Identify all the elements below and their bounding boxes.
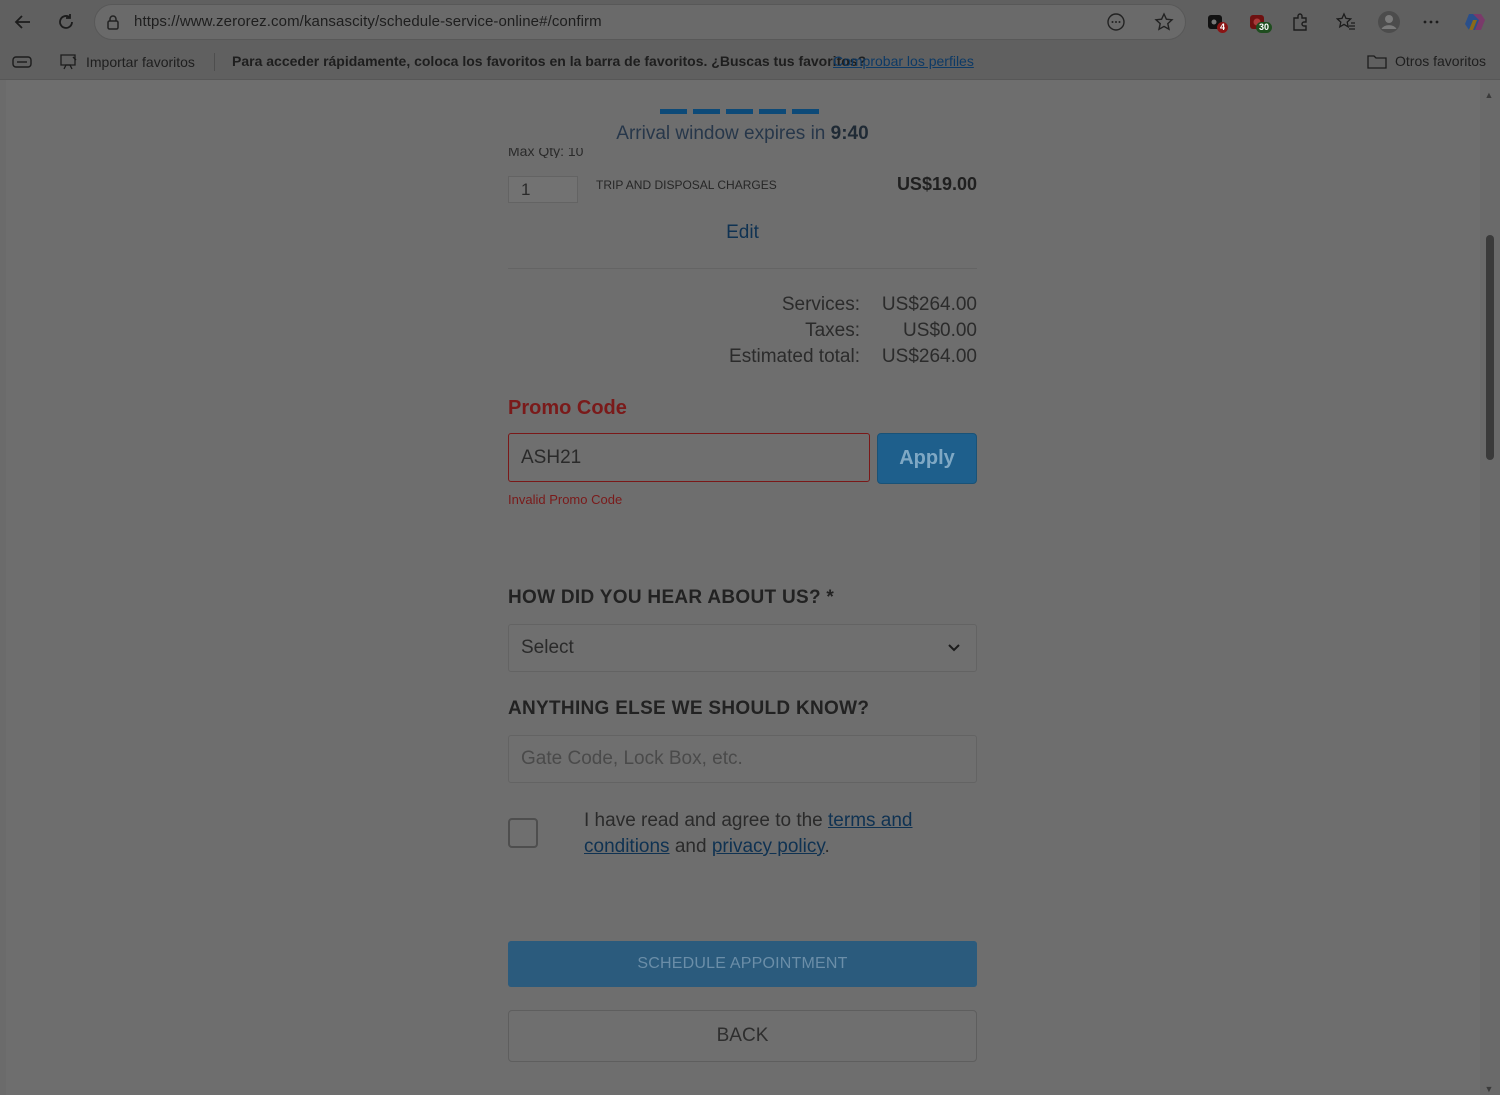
extension-badge: 30	[1256, 22, 1273, 33]
favorites-star-icon[interactable]	[1333, 9, 1359, 35]
notes-label: ANYTHING ELSE WE SHOULD KNOW?	[508, 698, 870, 719]
item-price: US$19.00	[896, 174, 977, 194]
edit-link[interactable]: Edit	[508, 222, 977, 244]
agreement-suffix: .	[824, 836, 830, 857]
taxes-value: US$0.00	[903, 320, 977, 341]
extensions-puzzle-icon[interactable]	[1287, 9, 1313, 35]
import-favorites-icon	[60, 54, 77, 70]
promo-code-input[interactable]: ASH21	[508, 433, 870, 482]
favorites-divider	[214, 53, 215, 71]
url-text[interactable]: https://www.zerorez.com/kansascity/sched…	[134, 13, 602, 30]
profile-avatar-icon[interactable]	[1376, 9, 1402, 35]
quantity-input[interactable]: 1	[508, 176, 578, 203]
copilot-icon[interactable]	[1462, 9, 1488, 35]
apply-button[interactable]: Apply	[877, 433, 977, 484]
more-menu-icon[interactable]	[1418, 9, 1444, 35]
max-qty-partial: Max Qty: 10	[508, 148, 584, 158]
taxes-label: Taxes:	[805, 320, 860, 341]
import-favorites[interactable]: Importar favoritos	[58, 53, 195, 71]
reload-icon[interactable]	[52, 8, 80, 36]
arrival-timer: Arrival window expires in 9:40	[508, 123, 977, 145]
total-label: Estimated total:	[729, 346, 860, 367]
progress-step	[726, 109, 753, 114]
progress-step	[759, 109, 786, 114]
folder-icon	[1367, 55, 1387, 69]
promo-error: Invalid Promo Code	[508, 492, 623, 507]
other-favorites-label: Otros favoritos	[1395, 53, 1487, 69]
reader-options-icon[interactable]	[1104, 10, 1128, 34]
other-favorites[interactable]: Otros favoritos	[1367, 53, 1486, 69]
taxes-row: Taxes: US$0.00	[508, 320, 977, 344]
progress-step	[792, 109, 819, 114]
agreement-middle: and	[674, 836, 707, 857]
hear-about-label: HOW DID YOU HEAR ABOUT US? *	[508, 587, 835, 608]
item-name: TRIP AND DISPOSAL CHARGES	[596, 178, 777, 192]
extension-icon[interactable]: 4	[1203, 9, 1229, 35]
timer-value: 9:40	[830, 123, 869, 144]
favorites-message: Para acceder rápidamente, coloca los fav…	[232, 53, 867, 69]
agree-checkbox[interactable]	[508, 818, 538, 848]
favorites-bar: Importar favoritos Para acceder rápidame…	[0, 44, 1500, 80]
chevron-down-icon	[948, 625, 960, 671]
services-row: Services: US$264.00	[508, 294, 977, 318]
services-value: US$264.00	[881, 294, 977, 315]
scrollbar[interactable]	[1480, 80, 1500, 1095]
agreement-text: I have read and agree to the terms and c…	[584, 808, 977, 860]
check-profiles-link[interactable]: Comprobar los perfiles	[833, 53, 974, 69]
select-value: Select	[521, 637, 574, 658]
back-arrow-icon[interactable]	[9, 8, 37, 36]
hear-about-select[interactable]: Select	[508, 624, 977, 672]
agreement-prefix: I have read and agree to the	[584, 810, 823, 831]
extension-red-icon[interactable]: 30	[1245, 9, 1273, 35]
progress-step	[660, 109, 687, 114]
step-progress	[660, 109, 819, 114]
back-button[interactable]: BACK	[508, 1010, 977, 1062]
schedule-appointment-button[interactable]: SCHEDULE APPOINTMENT	[508, 941, 977, 987]
import-favorites-label: Importar favoritos	[86, 54, 195, 70]
timer-prefix: Arrival window expires in	[616, 123, 826, 144]
progress-step	[693, 109, 720, 114]
divider	[508, 268, 977, 269]
notes-input[interactable]: Gate Code, Lock Box, etc.	[508, 735, 977, 783]
scroll-down-icon[interactable]: ▼	[1484, 1084, 1494, 1094]
lock-icon[interactable]	[101, 10, 125, 34]
scrollbar-thumb[interactable]	[1486, 235, 1494, 460]
total-value: US$264.00	[881, 346, 977, 367]
promo-code-title: Promo Code	[508, 397, 627, 419]
estimated-total-row: Estimated total: US$264.00	[508, 346, 977, 370]
scroll-up-icon[interactable]: ▲	[1484, 90, 1494, 100]
services-label: Services:	[781, 294, 860, 315]
tab-actions-icon[interactable]	[12, 54, 32, 70]
browser-toolbar: https://www.zerorez.com/kansascity/sched…	[0, 0, 1500, 44]
extension-badge: 4	[1217, 22, 1229, 33]
privacy-link[interactable]: privacy policy	[712, 836, 825, 857]
star-icon[interactable]	[1152, 10, 1176, 34]
